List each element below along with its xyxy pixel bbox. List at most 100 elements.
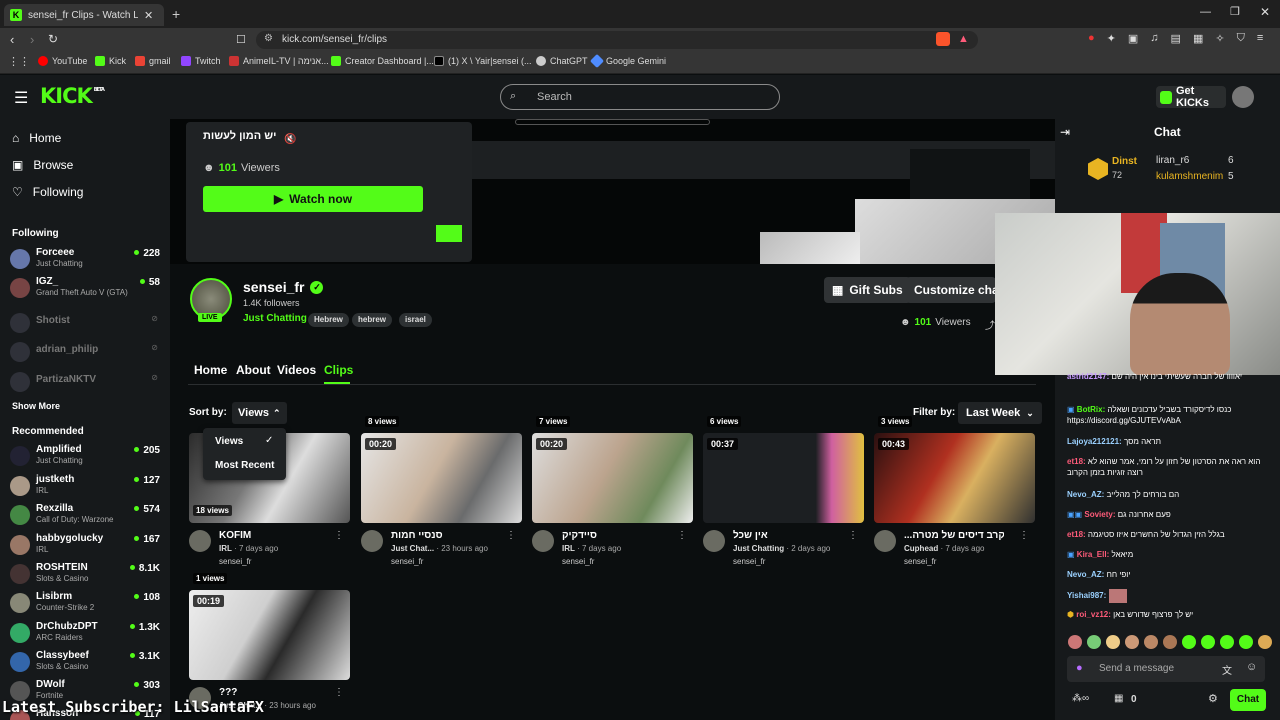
- extension-icon[interactable]: ✦: [1107, 32, 1116, 45]
- sidebar-nav-following[interactable]: ♡ Following: [12, 185, 83, 199]
- gift-icon[interactable]: ▦: [1114, 693, 1123, 704]
- bookmark-kick[interactable]: Kick: [95, 56, 126, 66]
- clip-author[interactable]: sensei_fr: [562, 557, 594, 566]
- sidebar-channel[interactable]: IGZ_ Grand Theft Auto V (GTA) 58: [10, 276, 162, 302]
- bookmark-x[interactable]: (1) X \ Yair|sensei (...: [434, 56, 532, 66]
- sidebar-nav-browse[interactable]: ▣ Browse: [12, 158, 73, 172]
- emote-icon[interactable]: [1201, 635, 1215, 649]
- emote-icon[interactable]: [1106, 635, 1120, 649]
- clip-author-avatar[interactable]: [189, 530, 211, 552]
- translate-icon[interactable]: 文: [1222, 662, 1232, 677]
- clip-author[interactable]: sensei_fr: [733, 557, 765, 566]
- collapse-chat-icon[interactable]: ⇥: [1060, 125, 1070, 139]
- bookmark-twitch[interactable]: Twitch: [181, 56, 221, 66]
- more-options-icon[interactable]: ⋮: [334, 687, 344, 698]
- hamburger-menu-icon[interactable]: ☰: [14, 88, 28, 108]
- clip-title[interactable]: סיידקיק: [562, 530, 597, 541]
- sidebar-nav-home[interactable]: ⌂ Home: [12, 131, 61, 145]
- screenshot-icon[interactable]: ▣: [1128, 32, 1138, 45]
- chat-message-input[interactable]: Send a message: [1067, 656, 1265, 682]
- watch-now-button[interactable]: ▶ Watch now: [203, 186, 423, 212]
- bookmark-youtube[interactable]: YouTube: [38, 56, 87, 66]
- clip-author[interactable]: sensei_fr: [391, 557, 423, 566]
- bookmark-animeil[interactable]: AnimeIL-TV | אנימה...: [229, 56, 329, 66]
- search-input[interactable]: Search: [500, 84, 780, 110]
- reload-icon[interactable]: ↻: [48, 32, 58, 46]
- clip-title[interactable]: סנסיי חמות: [391, 530, 443, 541]
- microphone-icon[interactable]: ●: [1076, 662, 1083, 674]
- gift-subs-button[interactable]: ▦ Gift Subs: [824, 277, 911, 303]
- emote-icon[interactable]: [1258, 635, 1272, 649]
- clip-author-avatar[interactable]: [361, 530, 383, 552]
- sort-dropdown[interactable]: Views ⌃: [232, 402, 287, 424]
- show-more-link[interactable]: Show More: [12, 401, 60, 411]
- sort-option-views[interactable]: Views: [215, 436, 243, 447]
- tag-pill[interactable]: Hebrew: [308, 313, 349, 327]
- clip-author[interactable]: sensei_fr: [904, 557, 936, 566]
- tag-pill[interactable]: hebrew: [352, 313, 393, 327]
- back-icon[interactable]: ‹: [10, 32, 14, 47]
- sidebar-channel[interactable]: Rexzilla Call of Duty: Warzone 574: [10, 503, 162, 529]
- sidebar-channel-offline[interactable]: Shotist ⊘: [10, 311, 162, 337]
- brave-rewards-icon[interactable]: ▲: [958, 33, 969, 45]
- kick-points-icon[interactable]: ⁂∞: [1072, 693, 1089, 704]
- clip-title[interactable]: אין שכל: [733, 530, 768, 541]
- kick-logo[interactable]: KICK BETA: [40, 84, 105, 108]
- more-options-icon[interactable]: ⋮: [677, 530, 687, 541]
- sidebar-channel[interactable]: habbygolucky IRL 167: [10, 533, 162, 559]
- emote-icon[interactable]: [1144, 635, 1158, 649]
- send-chat-button[interactable]: Chat: [1230, 689, 1266, 711]
- sidebar-channel[interactable]: ROSHTEIN Slots & Casino 8.1K: [10, 562, 162, 588]
- wallet-icon[interactable]: ▦: [1193, 32, 1203, 45]
- emote-icon[interactable]: [1125, 635, 1139, 649]
- forward-icon[interactable]: ›: [30, 32, 34, 47]
- channel-category[interactable]: Just Chatting: [243, 313, 307, 324]
- maximize-icon[interactable]: ❐: [1230, 5, 1240, 18]
- customize-channel-button[interactable]: Customize chan: [906, 277, 996, 303]
- bookmark-creator-dashboard[interactable]: Creator Dashboard |...: [331, 56, 434, 66]
- sidebar-channel-offline[interactable]: adrian_philip ⊘: [10, 340, 162, 366]
- sidebar-channel-offline[interactable]: PartizaNKTV ⊘: [10, 370, 162, 396]
- apps-icon[interactable]: ⋮⋮: [8, 55, 30, 68]
- music-icon[interactable]: ♫: [1150, 32, 1158, 45]
- minimize-icon[interactable]: —: [1200, 6, 1211, 18]
- share-icon[interactable]: ⤴: [985, 317, 995, 332]
- sidebar-channel[interactable]: Forceee Just Chatting 228: [10, 247, 162, 273]
- brave-shield-icon[interactable]: [936, 32, 950, 46]
- menu-icon[interactable]: ≡: [1257, 32, 1263, 45]
- close-window-icon[interactable]: ✕: [1260, 5, 1270, 19]
- more-options-icon[interactable]: ⋮: [334, 530, 344, 541]
- bookmark-icon[interactable]: ☐: [236, 33, 246, 46]
- filter-dropdown[interactable]: Last Week ⌄: [958, 402, 1042, 424]
- clip-author-avatar[interactable]: [703, 530, 725, 552]
- more-options-icon[interactable]: ⋮: [506, 530, 516, 541]
- bookmark-gmail[interactable]: gmail: [135, 56, 171, 66]
- clip-title[interactable]: ???: [219, 687, 237, 698]
- emote-icon[interactable]: [1220, 635, 1234, 649]
- mute-icon[interactable]: 🔇: [284, 134, 296, 145]
- emote-icon[interactable]: [1068, 635, 1082, 649]
- more-options-icon[interactable]: ⋮: [1019, 530, 1029, 541]
- tag-pill[interactable]: israel: [399, 313, 432, 327]
- url-bar[interactable]: kick.com/sensei_fr/clips: [256, 31, 978, 49]
- clip-author[interactable]: sensei_fr: [219, 557, 251, 566]
- clip-title[interactable]: KOFIM: [219, 530, 251, 541]
- get-kicks-button[interactable]: Get KICKs: [1156, 85, 1226, 109]
- leo-icon[interactable]: ✧: [1215, 32, 1224, 45]
- sidebar-channel[interactable]: justketh IRL 127: [10, 474, 162, 500]
- tab-clips[interactable]: Clips: [324, 363, 353, 377]
- bookmark-chatgpt[interactable]: ChatGPT: [536, 56, 588, 66]
- site-info-icon[interactable]: ⚙: [264, 33, 273, 44]
- clip-author-avatar[interactable]: [532, 530, 554, 552]
- sidebar-toggle-icon[interactable]: ▤: [1171, 32, 1181, 45]
- new-tab-icon[interactable]: +: [172, 6, 180, 22]
- vpn-icon[interactable]: ⛉: [1237, 32, 1245, 45]
- browser-tab[interactable]: K sensei_fr Clips - Watch Live o ✕: [4, 4, 164, 26]
- clip-title[interactable]: ...הולך לקרב דיסים של מטרה: [904, 530, 1004, 541]
- sidebar-channel[interactable]: Lisibrm Counter-Strike 2 108: [10, 591, 162, 617]
- tab-home[interactable]: Home: [194, 363, 227, 377]
- sidebar-channel[interactable]: Amplified Just Chatting 205: [10, 444, 162, 470]
- sort-option-most-recent[interactable]: Most Recent: [215, 460, 274, 471]
- user-avatar[interactable]: [1232, 86, 1254, 108]
- close-tab-icon[interactable]: ✕: [144, 9, 153, 22]
